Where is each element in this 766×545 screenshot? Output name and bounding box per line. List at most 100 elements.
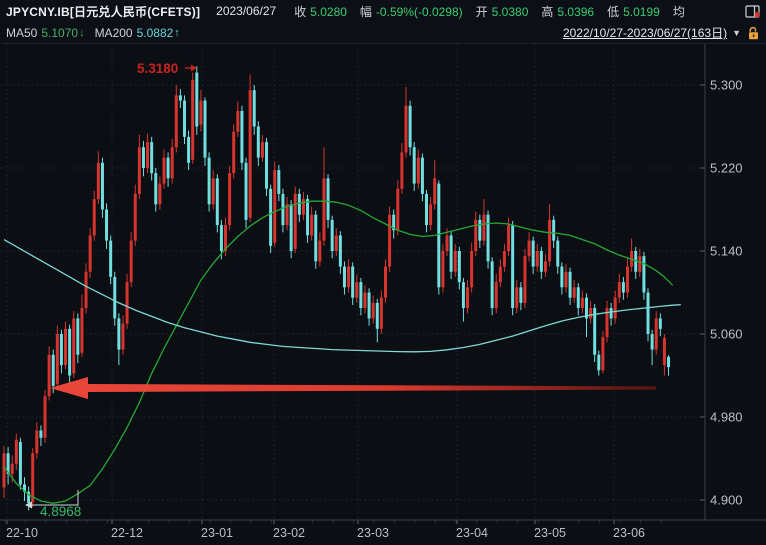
candle[interactable]	[548, 204, 551, 266]
candle[interactable]	[532, 236, 535, 273]
candle[interactable]	[450, 231, 453, 279]
candle[interactable]	[413, 142, 416, 191]
candle[interactable]	[286, 197, 289, 230]
candle[interactable]	[642, 252, 645, 300]
candle[interactable]	[261, 135, 264, 162]
candle[interactable]	[179, 89, 182, 108]
candle[interactable]	[647, 288, 650, 341]
candle[interactable]	[39, 425, 42, 446]
candle[interactable]	[421, 153, 424, 201]
candle[interactable]	[441, 244, 444, 293]
candle[interactable]	[216, 174, 219, 232]
candle[interactable]	[655, 311, 658, 355]
price-chart[interactable]: 5.3005.2205.1405.0604.9804.90022-1022-12…	[0, 44, 766, 545]
candle[interactable]	[523, 249, 526, 308]
candle[interactable]	[257, 121, 260, 166]
candle[interactable]	[343, 261, 346, 294]
candle[interactable]	[462, 278, 465, 322]
candle[interactable]	[195, 66, 198, 134]
candle[interactable]	[76, 313, 79, 363]
candle[interactable]	[560, 262, 563, 294]
candle[interactable]	[109, 235, 112, 284]
chevron-down-icon[interactable]: ▼	[732, 28, 741, 38]
candle[interactable]	[454, 244, 457, 277]
candle[interactable]	[466, 280, 469, 313]
candle[interactable]	[663, 334, 666, 376]
candle[interactable]	[380, 290, 383, 334]
candle[interactable]	[388, 206, 391, 271]
candle[interactable]	[318, 232, 321, 266]
candle[interactable]	[651, 330, 654, 365]
candle[interactable]	[331, 216, 334, 259]
candle[interactable]	[15, 434, 18, 470]
candle[interactable]	[44, 390, 47, 443]
candle[interactable]	[429, 197, 432, 230]
candle[interactable]	[376, 299, 379, 343]
candle[interactable]	[540, 247, 543, 279]
candle[interactable]	[511, 221, 514, 315]
candle[interactable]	[396, 180, 399, 235]
candle[interactable]	[142, 141, 145, 176]
candle[interactable]	[113, 272, 116, 326]
candle[interactable]	[384, 259, 387, 303]
candle[interactable]	[277, 165, 280, 201]
candle[interactable]	[269, 185, 272, 253]
candle[interactable]	[281, 189, 284, 233]
symbol-title[interactable]: JPYCNY.IB[日元兑人民币(CFETS)]	[6, 3, 200, 20]
candle[interactable]	[437, 180, 440, 294]
candle[interactable]	[203, 97, 206, 165]
candle[interactable]	[19, 438, 22, 490]
candle[interactable]	[302, 192, 305, 220]
candlestick-canvas[interactable]: 5.3005.2205.1405.0604.9804.90022-1022-12…	[0, 44, 766, 545]
candle[interactable]	[626, 258, 629, 297]
candle[interactable]	[667, 355, 670, 375]
candle[interactable]	[564, 264, 567, 292]
candle[interactable]	[392, 210, 395, 239]
candle[interactable]	[23, 477, 26, 501]
candle[interactable]	[322, 147, 325, 246]
candle[interactable]	[52, 350, 55, 394]
candle[interactable]	[573, 280, 576, 303]
candle[interactable]	[495, 274, 498, 313]
candle[interactable]	[80, 295, 83, 357]
candle[interactable]	[425, 190, 428, 233]
candle[interactable]	[105, 203, 108, 249]
candle[interactable]	[171, 139, 174, 184]
candle[interactable]	[290, 200, 293, 258]
candle[interactable]	[48, 346, 51, 400]
candle[interactable]	[368, 288, 371, 325]
candle[interactable]	[158, 176, 161, 209]
candle[interactable]	[183, 95, 186, 144]
candle[interactable]	[622, 277, 625, 300]
candle[interactable]	[130, 232, 133, 287]
candle[interactable]	[503, 244, 506, 272]
candle[interactable]	[228, 166, 231, 230]
candle[interactable]	[146, 134, 149, 173]
candle[interactable]	[515, 280, 518, 313]
candle[interactable]	[417, 149, 420, 188]
candle[interactable]	[335, 228, 338, 256]
candle[interactable]	[597, 351, 600, 376]
candle[interactable]	[589, 301, 592, 324]
candle[interactable]	[236, 102, 239, 137]
candle[interactable]	[474, 212, 477, 257]
candle[interactable]	[577, 283, 580, 315]
candle[interactable]	[154, 168, 157, 212]
candle[interactable]	[64, 322, 67, 370]
candle[interactable]	[339, 231, 342, 274]
candle[interactable]	[404, 87, 407, 158]
candle[interactable]	[519, 282, 522, 310]
candle[interactable]	[359, 278, 362, 315]
candle[interactable]	[363, 285, 366, 313]
candle[interactable]	[491, 257, 494, 315]
candle[interactable]	[60, 330, 63, 374]
candle[interactable]	[273, 162, 276, 247]
candle[interactable]	[347, 259, 350, 292]
unlock-icon[interactable]	[747, 26, 760, 40]
candle[interactable]	[581, 290, 584, 313]
candle[interactable]	[72, 311, 75, 377]
candle[interactable]	[478, 215, 481, 248]
candle[interactable]	[499, 259, 502, 287]
candle[interactable]	[101, 158, 104, 218]
candle[interactable]	[121, 315, 124, 354]
